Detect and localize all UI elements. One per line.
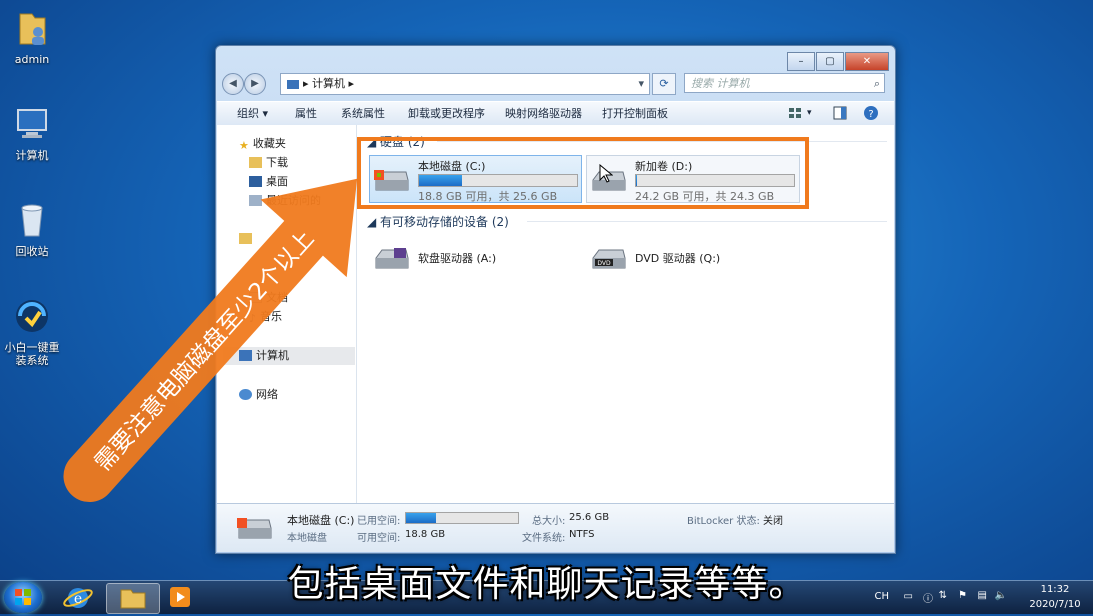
address-separator: ▸ xyxy=(348,77,355,90)
navigation-bar: ◀ ▶ ▸ 计算机 ▸ ▾ ⟳ 搜索 计算机 ⌕ xyxy=(222,72,889,96)
drive-name: 软盘驱动器 (A:) xyxy=(418,252,497,265)
details-fs-value: NTFS xyxy=(569,529,595,540)
documents-icon xyxy=(249,292,262,303)
nav-label: 网络 xyxy=(256,388,278,401)
chevron-down-icon[interactable]: ▾ xyxy=(638,74,644,94)
desktop-icon-xiaobai[interactable]: 小白一键重 装系统 xyxy=(0,296,64,367)
nav-label: 文档 xyxy=(266,291,288,304)
music-note-icon: ♪ xyxy=(249,312,257,325)
group-divider xyxy=(527,221,887,222)
group-title: 有可移动存储的设备 (2) xyxy=(380,215,509,229)
recycle-bin-icon xyxy=(21,204,43,237)
nav-label: 计算机 xyxy=(256,349,289,362)
libraries-icon xyxy=(239,233,252,244)
navigation-pane: ★ 收藏夹 下载 桌面 最近访问的 文档 ♪ 音乐 计算机 网络 xyxy=(217,125,357,503)
address-separator: ▸ xyxy=(303,77,309,90)
desktop-icon-label: 计算机 xyxy=(15,149,49,162)
details-bitlocker-label: BitLocker 状态: xyxy=(687,516,760,527)
nav-network[interactable]: 网络 xyxy=(239,386,278,404)
nav-label: 音乐 xyxy=(260,310,283,323)
nav-desktop[interactable]: 桌面 xyxy=(249,173,288,191)
desktop-icon-label: 装系统 xyxy=(15,354,49,367)
window-controls: – ▢ ✕ xyxy=(786,52,889,71)
user-folder-icon xyxy=(19,13,46,45)
floppy-drive-icon xyxy=(375,248,409,269)
control-panel-button[interactable]: 打开控制面板 xyxy=(602,102,668,125)
maximize-button[interactable]: ▢ xyxy=(816,52,844,71)
nav-computer[interactable]: 计算机 xyxy=(223,347,355,365)
network-icon xyxy=(239,389,252,400)
nav-label: 桌面 xyxy=(266,175,288,188)
desktop-icon-computer[interactable]: 计算机 xyxy=(0,104,64,162)
help-icon[interactable]: ? xyxy=(863,105,879,121)
nav-label: 最近访问的 xyxy=(266,194,321,207)
search-placeholder: 搜索 计算机 xyxy=(691,77,750,90)
subtitle-caption: 包括桌面文件和聊天记录等等。 xyxy=(287,564,806,605)
nav-recent[interactable]: 最近访问的 xyxy=(249,192,321,210)
drive-dvd[interactable]: DVD DVD 驱动器 (Q:) xyxy=(586,233,799,281)
windows-drive-icon xyxy=(237,518,272,539)
details-usage-bar xyxy=(405,512,519,524)
properties-button[interactable]: 属性 xyxy=(295,102,317,125)
downloads-folder-icon xyxy=(249,157,262,168)
details-total-value: 25.6 GB xyxy=(569,512,610,523)
system-properties-button[interactable]: 系统属性 xyxy=(341,102,385,125)
dvd-drive-icon: DVD xyxy=(592,249,626,269)
chevron-down-icon[interactable]: ▾ xyxy=(807,102,812,125)
organize-button[interactable]: 组织 ▾ xyxy=(237,102,268,125)
computer-icon xyxy=(239,350,252,361)
nav-label: 下载 xyxy=(266,156,288,169)
breadcrumb-computer[interactable]: 计算机 xyxy=(312,77,345,90)
search-icon: ⌕ xyxy=(873,77,880,90)
desktop-icon xyxy=(249,176,262,187)
desktop-icon-admin[interactable]: admin xyxy=(0,8,64,66)
uninstall-button[interactable]: 卸载或更改程序 xyxy=(408,102,485,125)
desktop-icon-recycle-bin[interactable]: 回收站 xyxy=(0,200,64,258)
drive-name: DVD 驱动器 (Q:) xyxy=(635,252,721,265)
map-drive-button[interactable]: 映射网络驱动器 xyxy=(505,102,582,125)
back-button[interactable]: ◀ xyxy=(222,73,244,95)
nav-downloads[interactable]: 下载 xyxy=(249,154,288,172)
nav-libraries[interactable] xyxy=(239,230,256,248)
search-input[interactable]: 搜索 计算机 ⌕ xyxy=(684,73,885,93)
svg-text:?: ? xyxy=(868,109,873,120)
details-drive-name: 本地磁盘 (C:) xyxy=(287,514,355,527)
details-usage-fill xyxy=(406,513,437,523)
view-options-icon[interactable] xyxy=(787,105,803,121)
minimize-button[interactable]: – xyxy=(787,52,815,71)
command-bar: 组织 ▾ 属性 系统属性 卸载或更改程序 映射网络驱动器 打开控制面板 ▾ ? xyxy=(217,101,894,126)
group-header-removable[interactable]: ◢ 有可移动存储的设备 (2) xyxy=(367,213,887,230)
nav-music[interactable]: ♪ 音乐 xyxy=(249,308,282,326)
desktop-icon-label: admin xyxy=(14,53,50,66)
nav-label: 收藏夹 xyxy=(252,137,286,150)
desktop-icon-label: 小白一键重 xyxy=(4,341,60,354)
details-total-label: 总大小: xyxy=(532,516,566,527)
nav-favorites[interactable]: ★ 收藏夹 xyxy=(239,135,286,153)
drive-a[interactable]: 软盘驱动器 (A:) xyxy=(369,233,582,281)
details-pane: 本地磁盘 (C:) 本地磁盘 已用空间: 可用空间: 18.8 GB 总大小: … xyxy=(217,503,894,552)
computer-icon xyxy=(17,109,47,138)
details-used-label: 已用空间: xyxy=(357,516,401,527)
desktop-icon-label: 回收站 xyxy=(15,245,49,258)
details-drive-type: 本地磁盘 xyxy=(287,533,327,544)
computer-icon xyxy=(287,79,299,89)
nav-documents[interactable]: 文档 xyxy=(249,289,288,307)
forward-button[interactable]: ▶ xyxy=(244,73,266,95)
details-fs-label: 文件系统: xyxy=(522,533,566,544)
recent-places-icon xyxy=(249,195,262,206)
details-free-label: 可用空间: xyxy=(357,533,401,544)
collapse-icon: ◢ xyxy=(367,215,381,229)
address-bar[interactable]: ▸ 计算机 ▸ ▾ xyxy=(280,73,650,95)
highlight-box xyxy=(357,137,809,209)
explorer-window: – ▢ ✕ ◀ ▶ ▸ 计算机 ▸ ▾ ⟳ 搜索 计算机 ⌕ 组织 ▾ 属性 系… xyxy=(215,45,896,554)
xiaobai-app-icon xyxy=(16,300,48,332)
details-free-value: 18.8 GB xyxy=(405,529,446,540)
details-bitlocker-value: 关闭 xyxy=(763,516,783,527)
star-icon: ★ xyxy=(239,139,249,152)
preview-pane-icon[interactable] xyxy=(832,105,848,121)
svg-text:DVD: DVD xyxy=(597,260,611,267)
refresh-button[interactable]: ⟳ xyxy=(652,73,676,95)
close-button[interactable]: ✕ xyxy=(845,52,889,71)
